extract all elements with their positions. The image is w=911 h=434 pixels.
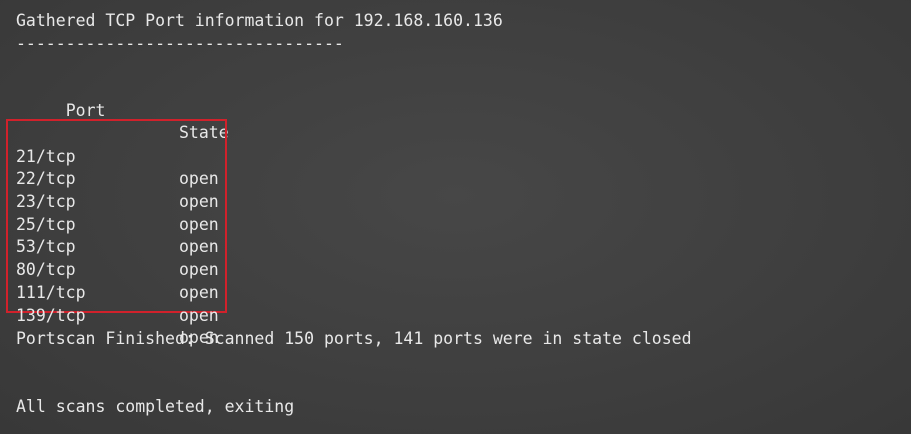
table-row: 111/tcp open (16, 259, 226, 325)
scan-header-title: Gathered TCP Port information for 192.16… (16, 11, 503, 30)
table-row: 21/tcp open (16, 123, 226, 189)
table-row: 53/tcp open (16, 214, 226, 279)
port-table: 21/tcp open 22/tcp open 23/tcp open 25/t… (16, 123, 226, 348)
port-state: open (179, 305, 219, 325)
table-row: 139/tcp open (16, 282, 226, 348)
port-number: 139/tcp (16, 305, 86, 325)
port-table-header: Port State (26, 78, 229, 142)
terminal-output[interactable]: Gathered TCP Port information for 192.16… (0, 0, 911, 434)
column-header-port: Port (65, 101, 106, 120)
table-row: 80/tcp open (16, 236, 226, 302)
exit-message: All scans completed, exiting (16, 397, 295, 416)
table-row: 23/tcp open (16, 168, 226, 234)
table-row: 22/tcp open (16, 146, 226, 211)
table-row: 25/tcp open (16, 191, 226, 257)
scan-header-rule: --------------------------------- (16, 34, 344, 53)
portscan-summary: Portscan Finished: Scanned 150 ports, 14… (16, 329, 692, 348)
